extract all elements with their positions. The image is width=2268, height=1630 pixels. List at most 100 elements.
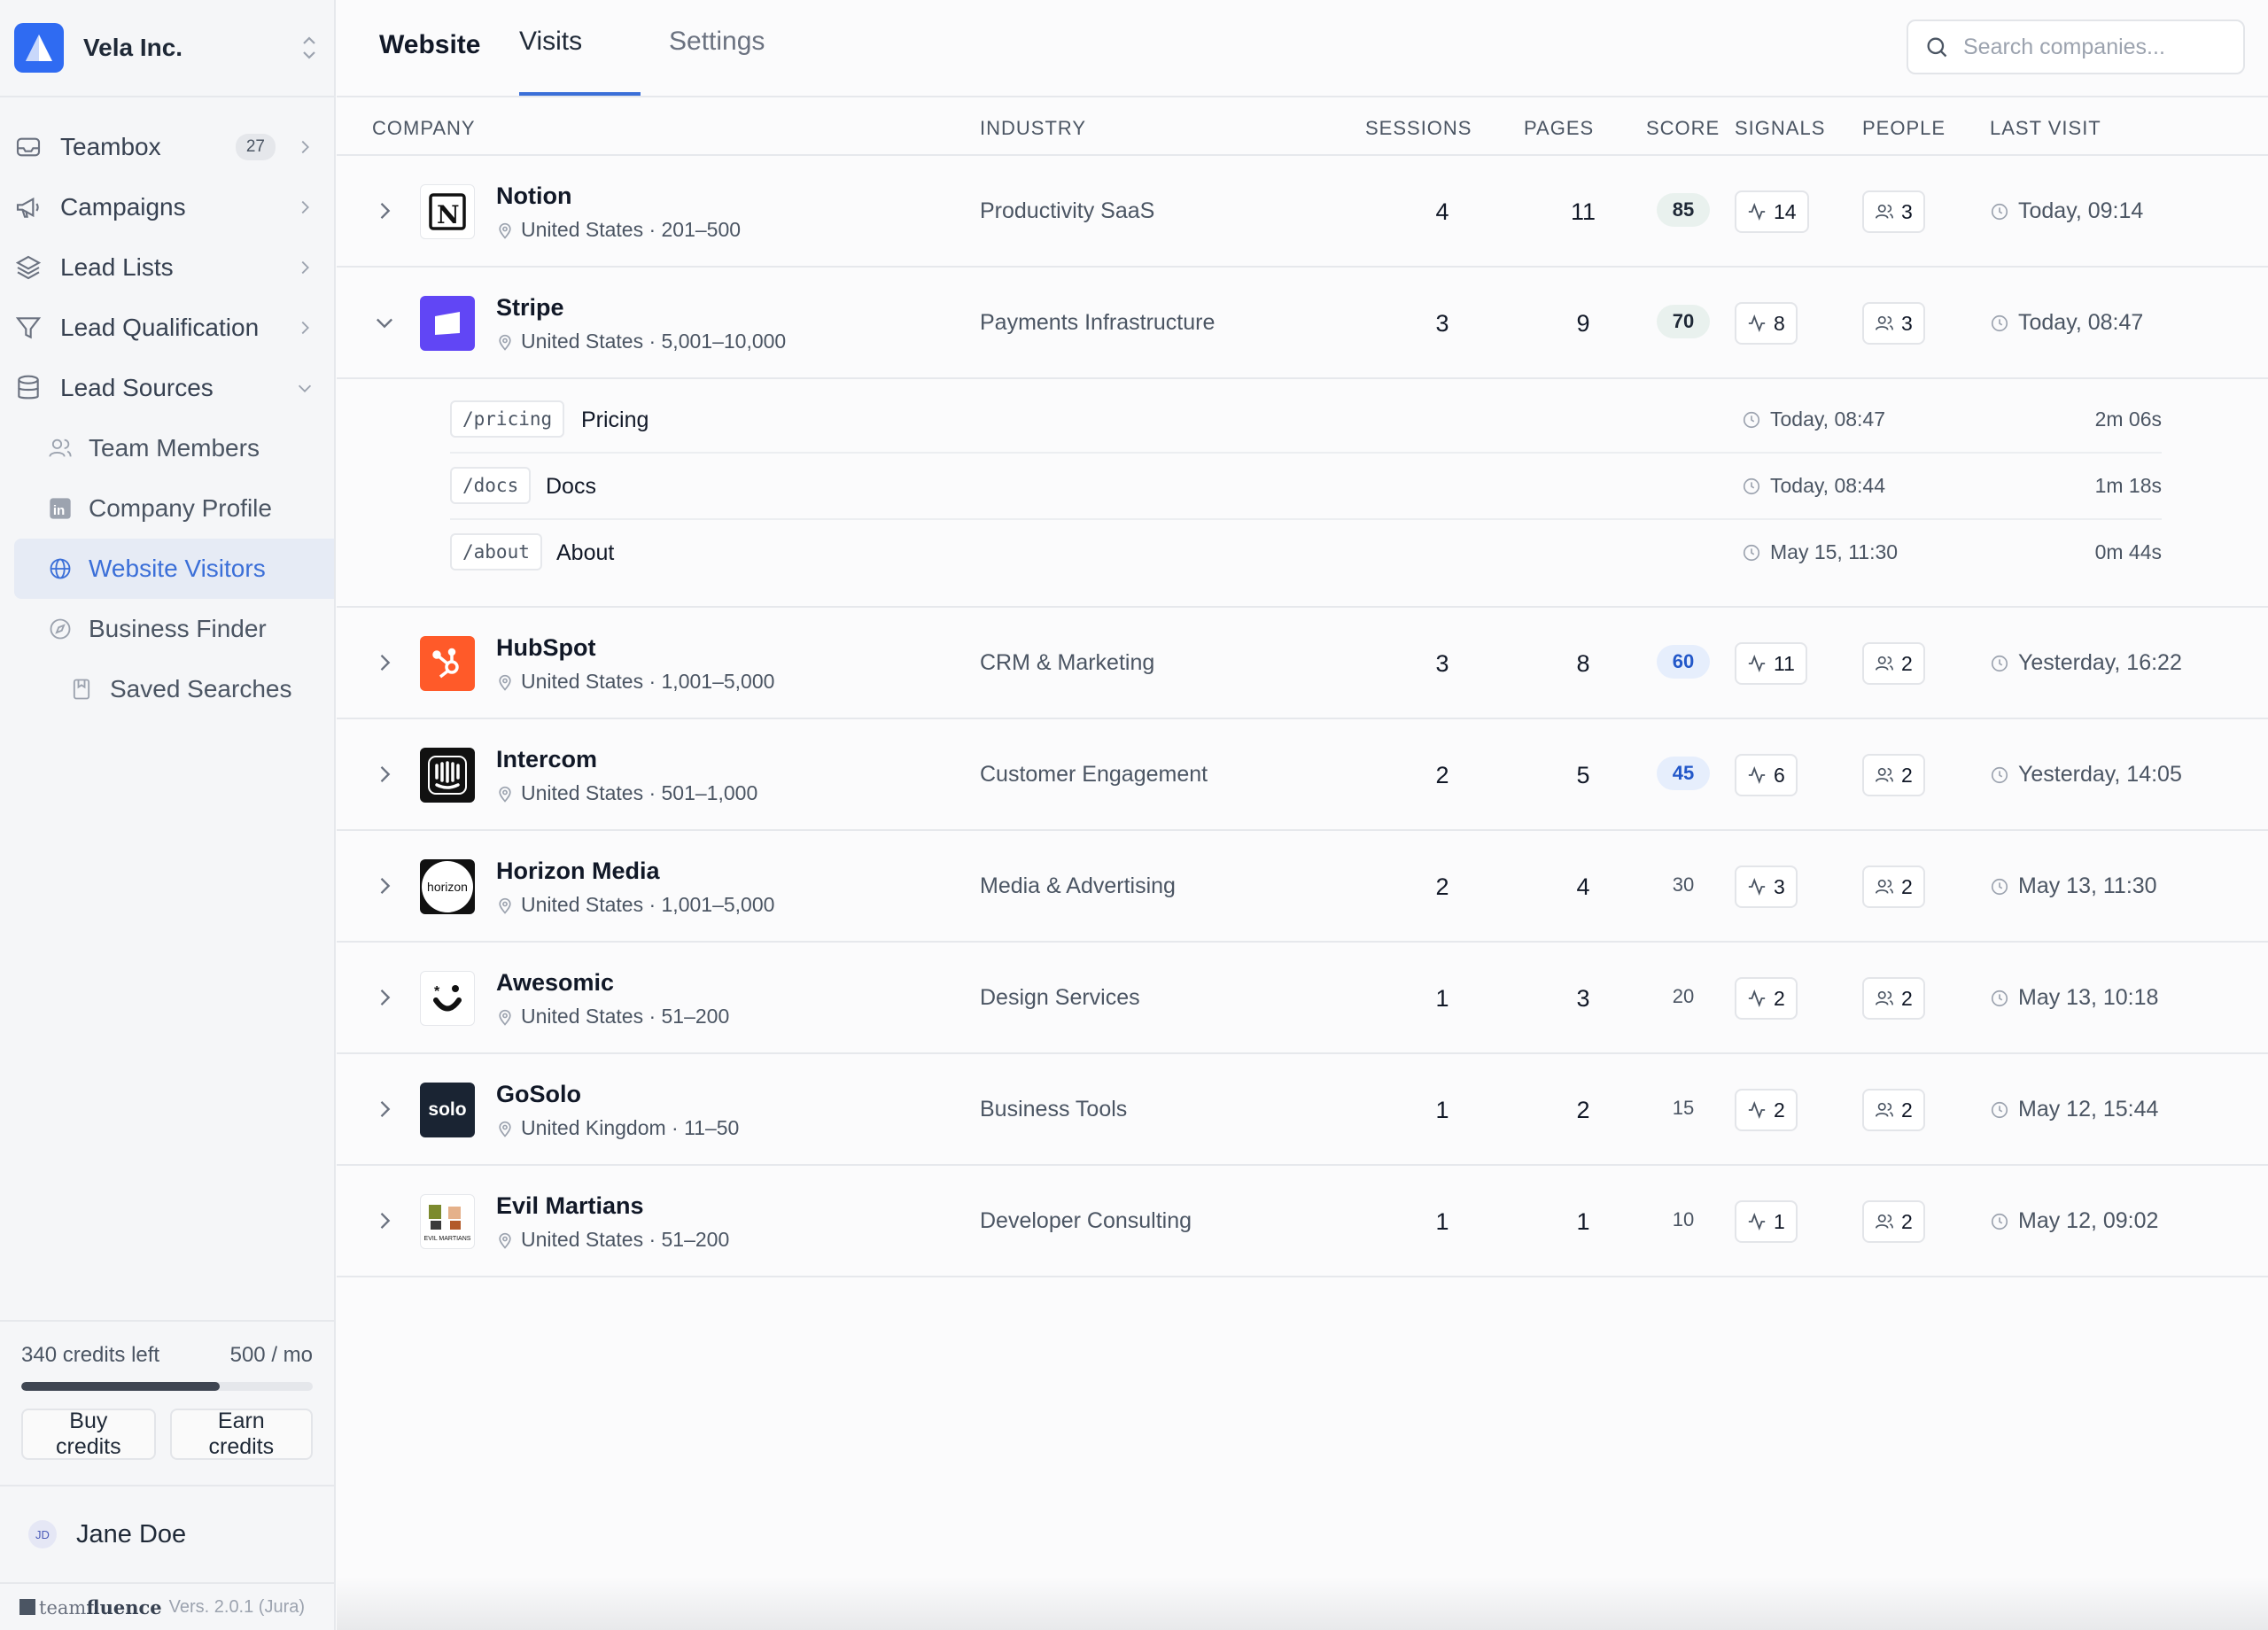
- signals-button[interactable]: 6: [1735, 754, 1798, 796]
- signals-button[interactable]: 14: [1735, 190, 1809, 233]
- sidebar-nav: Teambox 27 Campaigns Lead Lists Lead Qua…: [0, 97, 334, 719]
- company-name[interactable]: Evil Martians: [496, 1192, 644, 1220]
- signals-button[interactable]: 2: [1735, 977, 1798, 1020]
- company-name[interactable]: Horizon Media: [496, 858, 660, 885]
- visit-row[interactable]: /docs Docs Today, 08:44 1m 18s: [450, 454, 2162, 520]
- sidebar-item-label: Campaigns: [60, 193, 186, 221]
- people-button[interactable]: 2: [1862, 865, 1925, 908]
- location-pin-icon: [496, 785, 514, 803]
- company-name[interactable]: GoSolo: [496, 1081, 581, 1108]
- chevron-right-icon[interactable]: [372, 1208, 397, 1233]
- last-visit: Today, 08:47: [1990, 310, 2143, 336]
- people-button[interactable]: 2: [1862, 642, 1925, 685]
- sidebar-item-campaigns[interactable]: Campaigns: [0, 177, 334, 237]
- chevron-down-icon[interactable]: [372, 310, 397, 335]
- company-name[interactable]: Stripe: [496, 294, 564, 322]
- sidebar-item-lead-qualification[interactable]: Lead Qualification: [0, 298, 334, 358]
- people-button[interactable]: 2: [1862, 754, 1925, 796]
- score-badge: 85: [1657, 193, 1710, 227]
- user-menu[interactable]: JD Jane Doe: [0, 1485, 334, 1582]
- people-button[interactable]: 2: [1862, 1200, 1925, 1243]
- sessions-count: 2: [1435, 873, 1449, 900]
- sidebar-item-saved-searches[interactable]: Saved Searches: [14, 659, 334, 719]
- company-name[interactable]: Notion: [496, 182, 571, 210]
- svg-text:*: *: [434, 984, 440, 999]
- clock-icon: [1990, 989, 2009, 1008]
- pages-count: 8: [1576, 650, 1590, 677]
- earn-credits-button[interactable]: Earn credits: [169, 1409, 313, 1460]
- sidebar-item-business-finder[interactable]: Business Finder: [14, 599, 334, 659]
- signals-button[interactable]: 11: [1735, 642, 1807, 685]
- activity-icon: [1747, 877, 1767, 896]
- chevron-down-icon: [298, 384, 312, 392]
- clock-icon: [1990, 654, 2009, 673]
- location-pin-icon: [496, 673, 514, 691]
- column-header-people[interactable]: PEOPLE: [1862, 117, 1946, 140]
- sidebar-item-lead-lists[interactable]: Lead Lists: [0, 237, 334, 298]
- users-icon: [1875, 765, 1894, 785]
- sidebar-item-lead-sources[interactable]: Lead Sources: [0, 358, 334, 418]
- table-row[interactable]: Intercom United States · 501–1,000 Custo…: [337, 719, 2268, 831]
- column-header-score[interactable]: SCORE: [1646, 117, 1720, 140]
- company-name[interactable]: Intercom: [496, 746, 597, 773]
- signals-button[interactable]: 3: [1735, 865, 1798, 908]
- filter-icon: [15, 317, 42, 339]
- signals-button[interactable]: 2: [1735, 1089, 1798, 1131]
- search-input[interactable]: [1963, 34, 2211, 60]
- column-header-pages[interactable]: PAGES: [1524, 117, 1594, 140]
- chevron-right-icon[interactable]: [372, 650, 397, 675]
- buy-credits-button[interactable]: Buy credits: [21, 1409, 156, 1460]
- table-row[interactable]: horizon Horizon Media United States · 1,…: [337, 831, 2268, 943]
- company-name[interactable]: HubSpot: [496, 634, 595, 662]
- chevron-right-icon[interactable]: [372, 198, 397, 223]
- column-header-last-visit[interactable]: LAST VISIT: [1990, 117, 2101, 140]
- notion-logo-icon: N: [420, 184, 475, 239]
- company-meta: United States · 501–1,000: [496, 781, 757, 805]
- chevron-right-icon[interactable]: [372, 985, 397, 1010]
- people-button[interactable]: 3: [1862, 302, 1925, 345]
- signals-button[interactable]: 8: [1735, 302, 1798, 345]
- column-header-signals[interactable]: SIGNALS: [1735, 117, 1825, 140]
- column-header-company[interactable]: COMPANY: [372, 117, 476, 140]
- signals-button[interactable]: 1: [1735, 1200, 1798, 1243]
- company-name[interactable]: Awesomic: [496, 969, 614, 997]
- workspace-switcher[interactable]: Vela Inc.: [0, 0, 334, 97]
- chevron-right-icon: [301, 140, 309, 154]
- sidebar-item-label: Company Profile: [89, 494, 272, 522]
- pages-count: 5: [1576, 762, 1590, 788]
- last-visit: May 13, 10:18: [1990, 985, 2158, 1011]
- column-header-industry[interactable]: INDUSTRY: [980, 117, 1086, 140]
- avatar: JD: [28, 1520, 57, 1548]
- table-row[interactable]: HubSpot United States · 1,001–5,000 CRM …: [337, 608, 2268, 719]
- sidebar-item-team-members[interactable]: Team Members: [14, 418, 334, 478]
- sidebar-item-company-profile[interactable]: in Company Profile: [14, 478, 334, 539]
- pages-count: 2: [1576, 1097, 1590, 1123]
- clock-icon: [1742, 410, 1761, 430]
- chevron-right-icon[interactable]: [372, 762, 397, 787]
- people-button[interactable]: 2: [1862, 977, 1925, 1020]
- table-row[interactable]: N Notion United States · 201–500 Product…: [337, 156, 2268, 268]
- people-button[interactable]: 2: [1862, 1089, 1925, 1131]
- visit-page-title: About: [556, 540, 615, 565]
- sessions-count: 1: [1435, 1208, 1449, 1235]
- tab-settings[interactable]: Settings: [669, 27, 765, 96]
- sidebar-item-teambox[interactable]: Teambox 27: [0, 117, 334, 177]
- table-row[interactable]: Stripe United States · 5,001–10,000 Paym…: [337, 268, 2268, 379]
- people-button[interactable]: 3: [1862, 190, 1925, 233]
- gosolo-logo-icon: solo: [420, 1083, 475, 1137]
- chevron-right-icon[interactable]: [372, 1097, 397, 1122]
- visit-row[interactable]: /about About May 15, 11:30 0m 44s: [450, 521, 2162, 586]
- table-row[interactable]: solo GoSolo United Kingdom · 11–50 Busin…: [337, 1054, 2268, 1166]
- chevron-right-icon: [301, 200, 309, 214]
- svg-text:N: N: [437, 200, 460, 229]
- chevron-right-icon[interactable]: [372, 873, 397, 898]
- chevron-right-icon: [301, 260, 309, 275]
- table-row[interactable]: EVIL MARTIANS Evil Martians United State…: [337, 1166, 2268, 1277]
- visit-path: /pricing: [450, 400, 565, 438]
- visit-row[interactable]: /pricing Pricing Today, 08:47 2m 06s: [450, 388, 2162, 454]
- tab-visits[interactable]: Visits: [519, 27, 582, 96]
- table-row[interactable]: * Awesomic United States · 51–200 Design…: [337, 943, 2268, 1054]
- tab-website[interactable]: Website: [379, 30, 480, 99]
- sidebar-item-website-visitors[interactable]: Website Visitors: [14, 539, 334, 599]
- column-header-sessions[interactable]: SESSIONS: [1365, 117, 1472, 140]
